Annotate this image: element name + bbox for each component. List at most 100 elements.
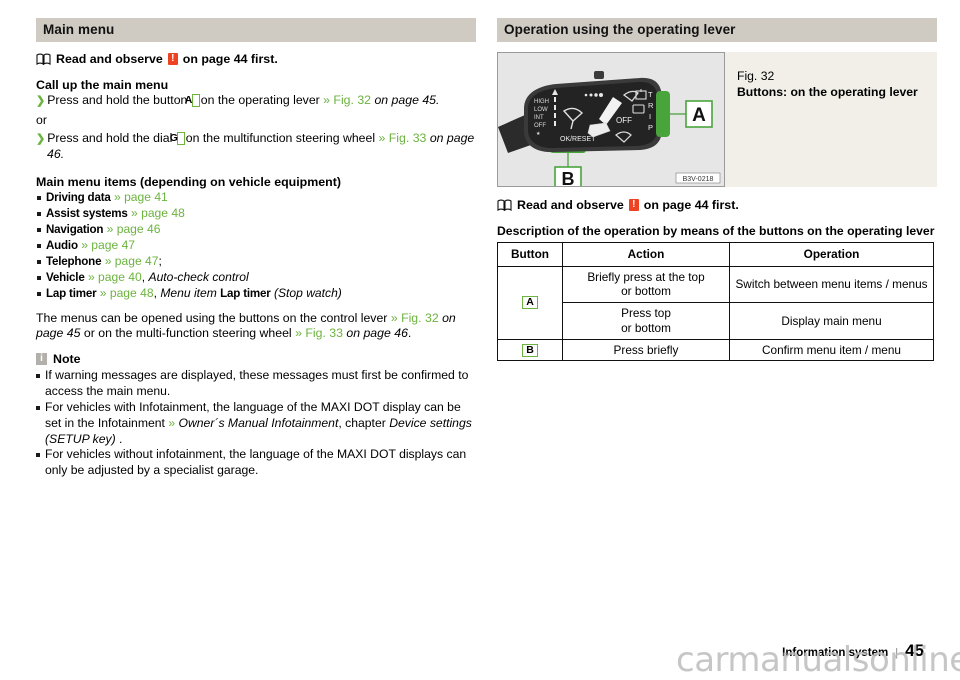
table-row: B Press briefly Confirm menu item / menu — [497, 338, 934, 362]
note-item-post: . — [119, 431, 123, 446]
figure-number: Fig. 32 — [737, 69, 775, 83]
menu-item-ref[interactable]: » page 40 — [88, 270, 142, 284]
menu-item-tail: , — [153, 285, 157, 300]
svg-text:OFF: OFF — [534, 123, 546, 129]
list-item: If warning messages are displayed, these… — [36, 368, 476, 400]
menu-item-name: Assist systems — [46, 206, 128, 220]
callup-step-2: ❯ Press and hold the dial Gon the multifu… — [36, 131, 476, 163]
menu-items-heading: Main menu items (depending on vehicle eq… — [36, 174, 341, 189]
operation-table: Button Action Operation A Briefly press … — [497, 242, 934, 362]
row-action-3: Press briefly — [562, 338, 730, 362]
row-button-a: A — [497, 265, 563, 340]
arrow-bullet-icon: ❯ — [36, 95, 46, 107]
menus-para-ref2[interactable]: » Fig. 33 — [295, 326, 343, 340]
svg-text:HIGH: HIGH — [534, 99, 549, 105]
observe-text-after: on page 44 first. — [643, 198, 739, 212]
svg-text:LOW: LOW — [534, 107, 548, 113]
site-watermark: carmanualsonline.info — [676, 640, 960, 680]
row-action-2-l1: Press top — [621, 306, 671, 321]
callup-step-1: ❯ Press and hold the button Aon the opera… — [36, 93, 476, 109]
step2-mid: on the multifunction steering wheel — [185, 130, 376, 145]
figure-title: Buttons: on the operating lever — [737, 85, 918, 100]
row-button-b: B — [497, 338, 563, 362]
step2-end: . — [60, 146, 65, 161]
book-icon — [497, 199, 512, 212]
menu-item-name: Audio — [46, 238, 78, 252]
key-b-cell: B — [522, 343, 538, 357]
figure-caption: Fig. 32 Buttons: on the operating lever — [725, 52, 918, 187]
list-item: Driving data » page 41 — [36, 190, 476, 206]
row-operation-2: Display main menu — [729, 302, 934, 340]
note-title: Note — [53, 352, 81, 367]
row-action-2: Press top or bottom — [562, 302, 730, 340]
menu-item-ref[interactable]: » page 48 — [100, 286, 154, 300]
menu-item-tail-italic2: (Stop watch) — [273, 285, 342, 300]
step1-mid: on the operating lever — [200, 93, 320, 107]
table-caption: Description of the operation by means of… — [497, 224, 935, 238]
menu-item-ref[interactable]: » page 47 — [81, 238, 135, 252]
row-action-1: Briefly press at the top or bottom — [562, 265, 730, 304]
menu-item-tail-name: Lap timer — [220, 286, 271, 300]
operating-lever-illustration: HIGH LOW INT OFF ★ OK/RESET OFF T R I P … — [498, 53, 724, 186]
step1-pre: Press and hold the button — [47, 93, 188, 107]
menu-item-ref[interactable]: » page 47 — [105, 254, 159, 268]
book-icon — [36, 53, 51, 66]
row-operation-1: Switch between menu items / menus — [729, 265, 934, 304]
call-up-heading: Call up the main menu — [36, 78, 169, 92]
arrow-bullet-icon: ❯ — [36, 132, 46, 145]
list-item: Vehicle » page 40, Auto-check control — [36, 270, 476, 286]
table-row: A Briefly press at the top or bottom Swit… — [497, 265, 934, 340]
svg-text:OFF: OFF — [616, 116, 632, 125]
col-header-button: Button — [497, 242, 563, 267]
note-list: If warning messages are displayed, these… — [36, 368, 476, 479]
step2-pre: Press and hold the dial — [47, 130, 173, 145]
svg-text:B3V-0218: B3V-0218 — [683, 176, 714, 183]
menus-para-ref1[interactable]: » Fig. 32 — [391, 311, 439, 325]
list-item: Telephone » page 47; — [36, 254, 476, 270]
warning-icon: ! — [167, 53, 178, 65]
row-operation-3: Confirm menu item / menu — [729, 338, 934, 362]
left-column: Main menu Read and observe ! on page 44 … — [36, 18, 476, 479]
table-row: Press top or bottom Display main menu — [498, 302, 934, 340]
svg-text:★: ★ — [536, 131, 541, 137]
menu-item-tail-italic: Auto-check control — [148, 269, 249, 284]
list-item: For vehicles without infotainment, the l… — [36, 447, 476, 479]
menu-items-list: Driving data » page 41 Assist systems » … — [36, 190, 476, 302]
note-item-ref[interactable]: » — [168, 416, 175, 430]
read-and-observe-note-left: Read and observe ! on page 44 first. — [36, 52, 476, 66]
key-g-inline: G — [170, 131, 185, 145]
svg-text:INT: INT — [534, 115, 544, 121]
note-header: i Note — [36, 352, 476, 366]
info-icon: i — [36, 353, 47, 366]
menus-para-t3: . — [407, 326, 412, 341]
menu-item-ref[interactable]: » page 41 — [114, 190, 168, 204]
col-header-action: Action — [562, 242, 730, 267]
step2-ref[interactable]: » Fig. 33 — [379, 131, 427, 145]
svg-text:OK/RESET: OK/RESET — [560, 136, 596, 143]
menu-item-name: Driving data — [46, 190, 111, 204]
menus-para-t2: or on the multi-function steering wheel — [83, 326, 292, 341]
section-title-operating-lever: Operation using the operating lever — [497, 18, 937, 42]
key-a-inline: A — [185, 94, 200, 107]
observe-text-before: Read and observe — [56, 52, 163, 66]
step1-ref[interactable]: » Fig. 32 — [323, 93, 371, 107]
or-separator: or — [36, 112, 47, 127]
note-item-italic1: Owner´s Manual Infotainment — [178, 415, 339, 430]
menu-item-name: Vehicle — [46, 270, 85, 284]
menu-item-name: Lap timer — [46, 286, 97, 300]
svg-text:I: I — [649, 112, 651, 121]
row-action-1-l1: Briefly press at the top — [587, 269, 705, 284]
section-title-main-menu: Main menu — [36, 18, 476, 42]
svg-text:T: T — [648, 90, 653, 99]
menu-item-ref[interactable]: » page 48 — [131, 206, 185, 220]
menus-para-ref2-page: on page 46 — [346, 326, 408, 341]
menu-item-tail: ; — [158, 253, 162, 268]
observe-text-after: on page 44 first. — [182, 52, 278, 66]
list-item: Lap timer » page 48, Menu item Lap timer… — [36, 286, 476, 302]
menus-para-t1: The menus can be opened using the button… — [36, 310, 388, 325]
svg-text:R: R — [648, 101, 654, 110]
svg-text:B: B — [562, 169, 575, 186]
observe-text-before: Read and observe — [517, 198, 624, 212]
warning-icon: ! — [628, 199, 639, 211]
menu-item-ref[interactable]: » page 46 — [107, 222, 161, 236]
